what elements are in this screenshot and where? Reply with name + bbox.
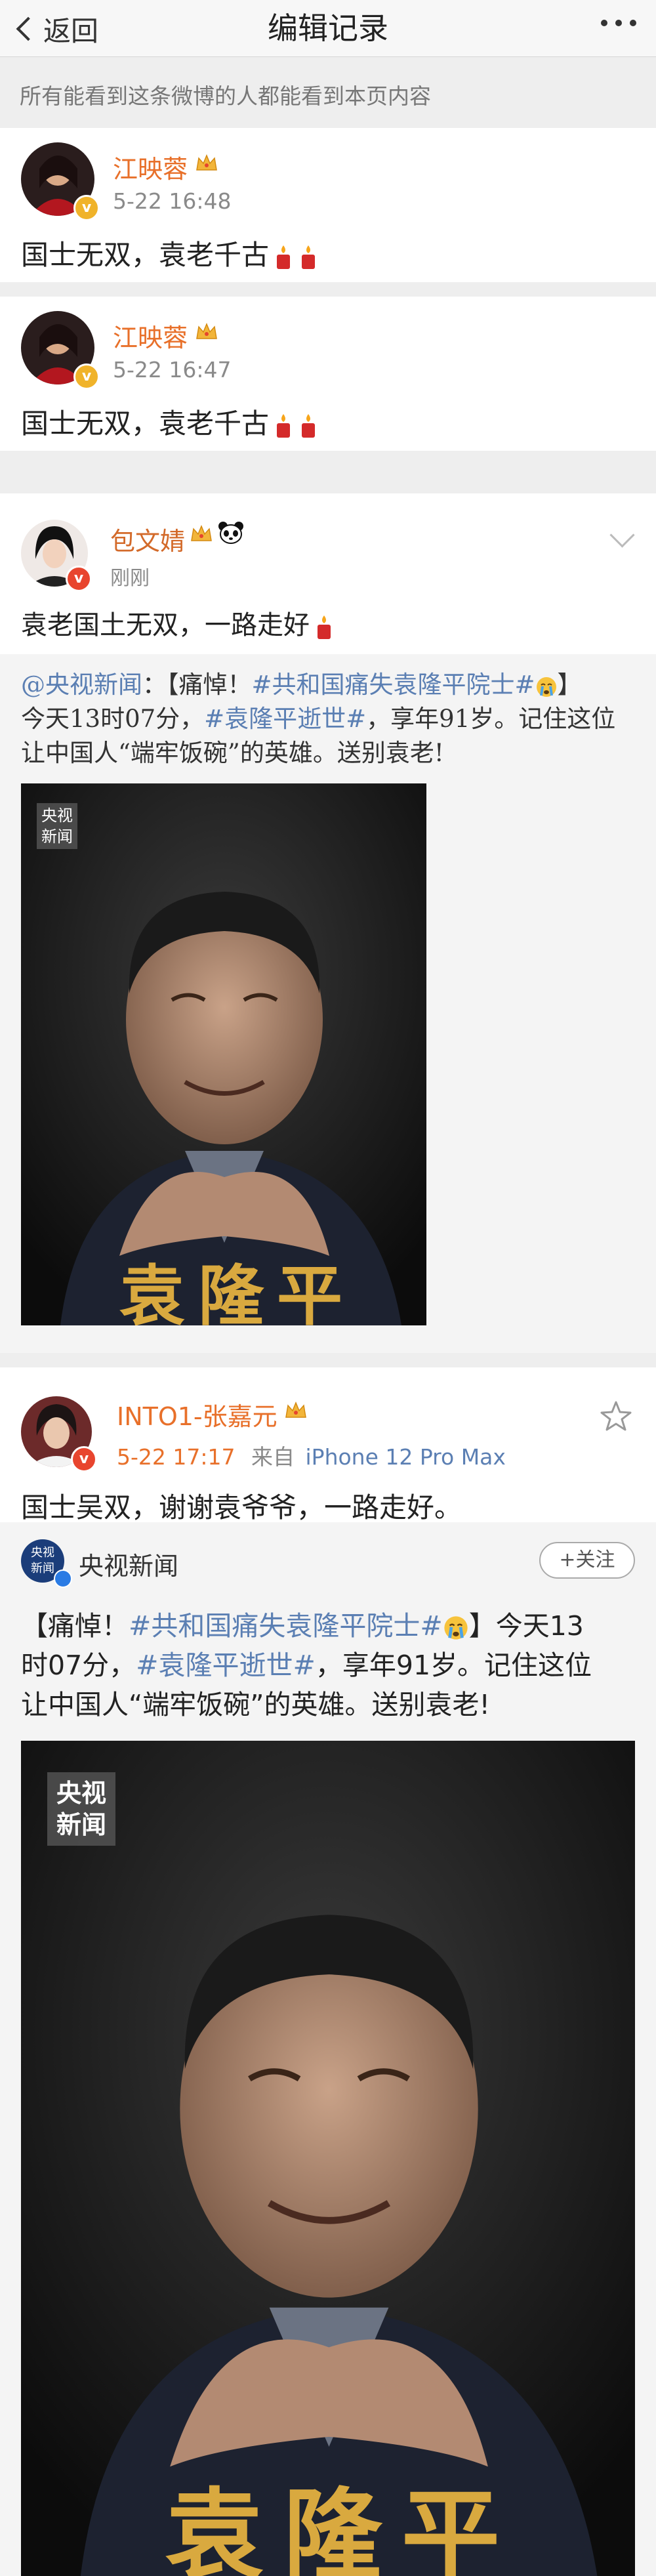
- crying-emoji-icon: [444, 1616, 468, 1640]
- chevron-down-icon[interactable]: [609, 522, 635, 548]
- portrait-photo[interactable]: 央视 新闻 袁隆平: [21, 1741, 635, 2576]
- text-fragment: ，享年91岁。记住这位: [315, 1650, 592, 1681]
- text-fragment: 时07分，: [21, 1650, 136, 1681]
- candle-icon: [277, 413, 291, 438]
- repost-account-link[interactable]: @央视新闻: [21, 671, 142, 699]
- edit-record-card: v 江映蓉 5-22 16:48 国士无双，袁老千古: [0, 128, 656, 282]
- post-text-content: 袁老国土无双，一路走好: [21, 610, 310, 640]
- more-button[interactable]: [601, 20, 636, 26]
- hashtag-link[interactable]: #共和国痛失袁隆平院士#: [252, 671, 535, 699]
- post-text: 国士无双，袁老千古: [21, 233, 319, 273]
- timestamp: 5-22 17:17: [117, 1444, 236, 1470]
- post-text: 国士吴双，谢谢袁爷爷，一路走好。: [21, 1491, 462, 1524]
- photo-caption: 袁隆平: [119, 1257, 356, 1325]
- dot-icon: [601, 20, 607, 26]
- nav-bar: 返回 编辑记录: [0, 0, 656, 57]
- repost-content[interactable]: @央视新闻：【痛悼！#共和国痛失袁隆平院士# 】 今天13时07分，#袁隆平逝世#…: [0, 654, 656, 1353]
- hashtag-link[interactable]: #袁隆平逝世#: [204, 705, 366, 733]
- crying-emoji-icon: [536, 676, 556, 697]
- repost-content[interactable]: 央视 新闻 央视新闻 +关注 【痛悼！#共和国痛失袁隆平院士# 】今天13 时07…: [0, 1522, 656, 2576]
- dot-icon: [615, 20, 622, 26]
- source-link[interactable]: iPhone 12 Pro Max: [306, 1444, 506, 1470]
- verified-icon: v: [73, 364, 100, 390]
- cctv-watermark: 央视 新闻: [47, 1772, 115, 1846]
- crown-icon: [196, 323, 217, 339]
- star-icon[interactable]: [600, 1400, 632, 1432]
- colon: ：: [142, 671, 167, 699]
- timestamp: 5-22 16:47: [113, 357, 232, 383]
- dot-icon: [630, 20, 636, 26]
- verified-blue-icon: [54, 1569, 72, 1588]
- page-title: 编辑记录: [268, 10, 388, 46]
- username[interactable]: 江映蓉: [113, 318, 188, 354]
- timestamp: 刚刚: [110, 567, 150, 590]
- post-text: 国士无双，袁老千古: [21, 402, 319, 442]
- crown-icon: [196, 154, 217, 171]
- panda-icon: [218, 522, 243, 544]
- candle-icon: [302, 413, 316, 438]
- divider: [0, 1353, 656, 1367]
- repost-line: @央视新闻：【痛悼！#共和国痛失袁隆平院士# 】: [21, 669, 644, 701]
- follow-button[interactable]: +关注: [539, 1542, 635, 1579]
- candle-icon: [277, 245, 291, 269]
- edit-record-card: v 江映蓉 5-22 16:47 国士无双，袁老千古: [0, 297, 656, 451]
- watermark-line: 新闻: [41, 827, 73, 846]
- cctv-watermark: 央视 新闻: [37, 803, 77, 849]
- verified-icon: v: [73, 195, 100, 221]
- text-fragment: 今天13时07分，: [21, 705, 205, 733]
- hashtag-link[interactable]: #袁隆平逝世#: [136, 1650, 316, 1681]
- verified-icon: v: [66, 566, 92, 592]
- repost-line: 让中国人“端牢饭碗”的英雄。送别袁老!: [21, 1689, 490, 1720]
- weibo-post: v 包文婧 刚刚 袁老国土无双，一路走好: [0, 493, 656, 654]
- text-fragment: 【痛悼！: [21, 1610, 129, 1642]
- post-text-content: 国士无双，袁老千古: [21, 239, 270, 271]
- text-fragment: 】今天13: [468, 1610, 584, 1642]
- post-text: 袁老国土无双，一路走好: [21, 604, 335, 642]
- crown-icon: [191, 525, 212, 541]
- text-fragment: ，享年91岁。记住这位: [366, 705, 616, 733]
- photo-caption: 袁隆平: [165, 2478, 520, 2576]
- weibo-post: v INTO1-张嘉元 5-22 17:17 来自 iPhone 12 Pro …: [0, 1367, 656, 1524]
- username[interactable]: 江映蓉: [113, 149, 188, 185]
- candle-icon: [302, 245, 316, 269]
- username[interactable]: 包文婧: [110, 521, 185, 557]
- avatar-text: 央视: [31, 1546, 54, 1560]
- repost-account[interactable]: 央视新闻: [79, 1546, 178, 1582]
- username[interactable]: INTO1-张嘉元: [117, 1396, 277, 1432]
- crown-icon: [285, 1402, 306, 1418]
- repost-line: 时07分，#袁隆平逝世#，享年91岁。记住这位: [21, 1647, 644, 1684]
- visibility-notice: 所有能看到这条微博的人都能看到本页内容: [0, 73, 656, 119]
- hashtag-link[interactable]: #共和国痛失袁隆平院士#: [129, 1610, 443, 1642]
- repost-line: 【痛悼！#共和国痛失袁隆平院士# 】今天13: [21, 1608, 644, 1644]
- post-text-content: 国士无双，袁老千古: [21, 407, 270, 440]
- source-prefix: 来自: [251, 1444, 295, 1470]
- timestamp: 5-22 16:48: [113, 188, 232, 214]
- repost-line: 让中国人“端牢饭碗”的英雄。送别袁老!: [21, 739, 444, 767]
- watermark-line: 央视: [56, 1779, 106, 1808]
- watermark-line: 央视: [41, 806, 73, 825]
- text-fragment: 【痛悼！: [167, 671, 252, 699]
- candle-icon: [318, 615, 331, 639]
- post-meta: 5-22 17:17 来自 iPhone 12 Pro Max: [117, 1440, 506, 1471]
- watermark-line: 新闻: [56, 1810, 106, 1839]
- verified-icon: v: [71, 1446, 97, 1472]
- portrait-photo[interactable]: 央视 新闻 袁隆平: [21, 783, 426, 1325]
- repost-line: 今天13时07分，#袁隆平逝世#，享年91岁。记住这位: [21, 703, 644, 736]
- text-fragment: 】: [557, 671, 582, 699]
